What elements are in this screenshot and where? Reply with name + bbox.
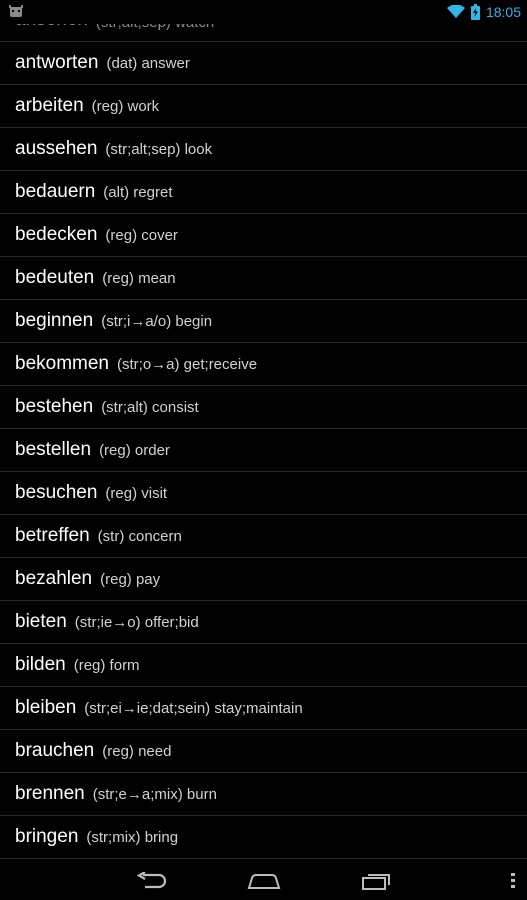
verb-details: (str;mix) bring: [86, 828, 179, 846]
verb-details: (reg) cover: [105, 226, 178, 244]
verb-details: (str;alt) consist: [101, 398, 199, 416]
verb-name: beginnen: [15, 310, 94, 331]
home-icon: [247, 874, 281, 889]
battery-charging-icon: [470, 4, 480, 20]
verb-name: bieten: [15, 611, 67, 632]
wifi-icon: [446, 5, 465, 18]
verb-list[interactable]: ansehen (str;alt;sep) watch antworten (dat)…: [0, 24, 527, 861]
verb-list-item[interactable]: bedauern (alt) regret: [0, 171, 527, 214]
verb-name: bringen: [15, 826, 79, 847]
recent-apps-button[interactable]: [357, 868, 397, 894]
verb-details: (str;e→a;mix) burn: [92, 785, 217, 803]
recent-apps-icon: [362, 874, 390, 890]
verb-details: (str;o→a) get;receive: [117, 355, 258, 373]
verb-list-item[interactable]: brennen (str;e→a;mix) burn: [0, 773, 527, 816]
verb-list-item[interactable]: brauchen (reg) need: [0, 730, 527, 773]
verb-list-item[interactable]: arbeiten (reg) work: [0, 85, 527, 128]
verb-name: bedeuten: [15, 267, 95, 288]
verb-list-item[interactable]: bedecken (reg) cover: [0, 214, 527, 257]
overflow-menu-icon[interactable]: [511, 873, 515, 889]
verb-list-item[interactable]: betreffen (str) concern: [0, 515, 527, 558]
verb-details: (reg) need: [102, 742, 172, 760]
verb-name: bedecken: [15, 224, 98, 245]
navigation-bar: [0, 861, 527, 900]
verb-list-item[interactable]: bestellen (reg) order: [0, 429, 527, 472]
verb-details: (alt) regret: [103, 183, 173, 201]
verb-details: (reg) pay: [100, 570, 161, 588]
verb-list-item[interactable]: ansehen (str;alt;sep) watch: [0, 24, 527, 42]
verb-details: (str;i→a/o) begin: [101, 312, 213, 330]
verb-list-item[interactable]: bestehen (str;alt) consist: [0, 386, 527, 429]
verb-details: (str;ei→ie;dat;sein) stay;maintain: [84, 699, 303, 717]
verb-name: aussehen: [15, 138, 98, 159]
status-bar: 18:05: [0, 0, 527, 24]
home-button[interactable]: [244, 868, 284, 894]
verb-details: (dat) answer: [106, 54, 190, 72]
verb-name: brauchen: [15, 740, 95, 761]
verb-name: bedauern: [15, 181, 96, 202]
back-icon: [136, 872, 167, 889]
verb-details: (str;alt;sep) look: [105, 140, 213, 158]
android-icon: [9, 5, 23, 17]
verb-list-item[interactable]: bieten (str;ie→o) offer;bid: [0, 601, 527, 644]
verb-list-item[interactable]: besuchen (reg) visit: [0, 472, 527, 515]
verb-list-item[interactable]: beginnen (str;i→a/o) begin: [0, 300, 527, 343]
verb-list-item[interactable]: bekommen (str;o→a) get;receive: [0, 343, 527, 386]
verb-name: besuchen: [15, 482, 98, 503]
verb-name: ansehen: [15, 24, 88, 31]
verb-details: (reg) order: [99, 441, 170, 459]
verb-name: betreffen: [15, 525, 90, 546]
verb-list-item[interactable]: bedeuten (reg) mean: [0, 257, 527, 300]
verb-details: (reg) visit: [105, 484, 168, 502]
verb-name: bilden: [15, 654, 66, 675]
verb-list-item[interactable]: bringen (str;mix) bring: [0, 816, 527, 859]
verb-list-item[interactable]: antworten (dat) answer: [0, 42, 527, 85]
clock: 18:05: [485, 4, 521, 20]
verb-name: bestellen: [15, 439, 92, 460]
verb-details: (str;alt;sep) watch: [96, 24, 214, 31]
verb-name: bestehen: [15, 396, 94, 417]
verb-details: (str) concern: [97, 527, 182, 545]
verb-details: (str;ie→o) offer;bid: [74, 613, 199, 631]
back-button[interactable]: [131, 868, 171, 894]
verb-details: (reg) mean: [102, 269, 176, 287]
verb-name: antworten: [15, 52, 99, 73]
verb-details: (reg) form: [73, 656, 140, 674]
verb-name: brennen: [15, 783, 85, 804]
verb-list-item[interactable]: bilden (reg) form: [0, 644, 527, 687]
verb-name: arbeiten: [15, 95, 84, 116]
verb-name: bleiben: [15, 697, 77, 718]
verb-details: (reg) work: [91, 97, 160, 115]
verb-list-item[interactable]: bleiben (str;ei→ie;dat;sein) stay;maintai…: [0, 687, 527, 730]
verb-list-item[interactable]: bezahlen (reg) pay: [0, 558, 527, 601]
verb-name: bekommen: [15, 353, 109, 374]
verb-name: bezahlen: [15, 568, 93, 589]
verb-list-item[interactable]: aussehen (str;alt;sep) look: [0, 128, 527, 171]
